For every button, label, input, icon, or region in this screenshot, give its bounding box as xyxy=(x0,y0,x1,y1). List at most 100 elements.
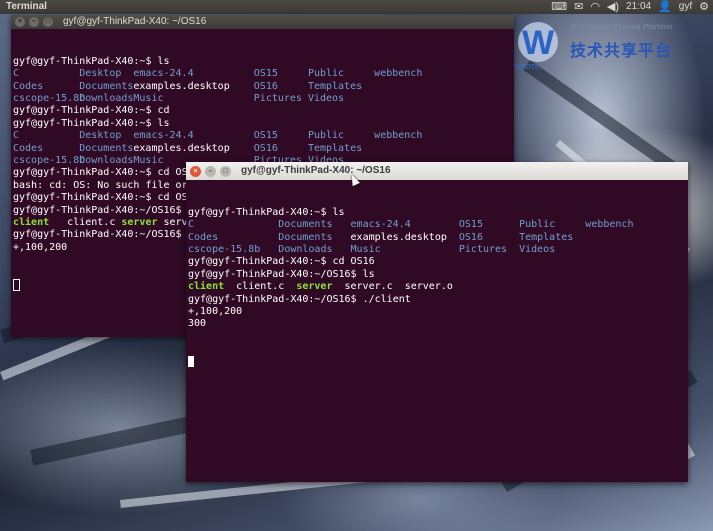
directory-entry: OS15 xyxy=(458,219,483,231)
svg-text:W: W xyxy=(522,24,555,62)
terminal-text: gyf@gyf-ThinkPad-X40:~/OS16$ ls xyxy=(13,204,200,216)
directory-entry: Templates xyxy=(307,80,363,92)
directory-entry: Codes xyxy=(13,142,44,154)
terminal-line: gyf@gyf-ThinkPad-X40:~/OS16$ ls xyxy=(188,269,688,281)
front-terminal-lines: gyf@gyf-ThinkPad-X40:~$ ls C Documents emac… xyxy=(188,207,688,331)
close-button[interactable]: × xyxy=(15,17,25,27)
directory-entry: Public xyxy=(307,130,345,142)
directory-entry: Documents xyxy=(79,80,134,92)
back-window-titlebar[interactable]: × – □ gyf@gyf-ThinkPad-X40: ~/OS16 xyxy=(11,15,514,29)
terminal-text: +,100,200 xyxy=(188,305,243,317)
directory-entry: Pictures xyxy=(458,243,508,255)
user-name[interactable]: gyf xyxy=(679,0,692,14)
back-window-title: gyf@gyf-ThinkPad-X40: ~/OS16 xyxy=(63,16,207,27)
text-cursor xyxy=(188,355,194,367)
terminal-text: gyf@gyf-ThinkPad-X40:~$ ls xyxy=(188,206,345,218)
gear-icon[interactable]: ⚙ xyxy=(699,0,709,14)
executable-entry: client xyxy=(13,216,50,228)
terminal-text: server.o xyxy=(404,281,453,293)
watermark-english: Technology Sharing Platform xyxy=(570,24,674,31)
directory-entry: Downloads xyxy=(79,154,134,166)
user-icon: 👤 xyxy=(658,1,672,13)
minimize-button[interactable]: – xyxy=(29,17,39,27)
volume-icon[interactable]: ◀) xyxy=(607,0,619,14)
terminal-line: client client.c server server.c server.o xyxy=(188,281,688,293)
directory-entry: OS16 xyxy=(458,231,483,243)
terminal-text: examples.desktop xyxy=(350,231,447,243)
directory-entry: OS15 xyxy=(253,68,278,80)
terminal-text: client.c xyxy=(236,281,285,293)
directory-entry: Desktop xyxy=(79,68,122,80)
terminal-line: C Documents emacs-24.4 OS15 Public webbench xyxy=(188,219,688,231)
directory-entry: C xyxy=(188,219,195,231)
terminal-line: 300 xyxy=(188,318,688,330)
terminal-line: gyf@gyf-ThinkPad-X40:~/OS16$ ./client xyxy=(188,294,688,306)
watermark: W Technology Sharing Platform 技术共享平台 WEO… xyxy=(512,20,712,71)
watermark-sub: WEOTE xyxy=(514,64,540,71)
terminal-text: examples.desktop xyxy=(133,80,230,92)
terminal-text: gyf@gyf-ThinkPad-X40:~$ cd OS xyxy=(13,167,188,179)
directory-entry: OS15 xyxy=(253,130,278,142)
directory-entry: emacs-24.4 xyxy=(133,130,194,142)
terminal-text: gyf@gyf-ThinkPad-X40:~$ cd OS16 xyxy=(13,192,200,204)
directory-entry: Templates xyxy=(307,142,363,154)
terminal-line: C Desktop emacs-24.4 OS15 Public webbench xyxy=(13,68,514,80)
directory-entry: Pictures xyxy=(253,92,302,104)
maximize-button[interactable]: □ xyxy=(43,17,53,27)
text-cursor xyxy=(13,278,20,291)
clock[interactable]: 21:04 xyxy=(626,0,651,14)
directory-entry: Codes xyxy=(188,231,219,243)
front-window-title: gyf@gyf-ThinkPad-X40: ~/OS16 xyxy=(241,165,391,176)
terminal-text: gyf@gyf-ThinkPad-X40:~/OS16$ ls xyxy=(188,268,375,280)
directory-entry: Public xyxy=(519,219,556,231)
terminal-text: +,100,200 xyxy=(13,241,68,253)
terminal-text: gyf@gyf-ThinkPad-X40:~/OS16$ ./client xyxy=(188,293,411,305)
terminal-text: server.c xyxy=(344,281,393,293)
directory-entry: Music xyxy=(350,243,381,255)
wifi-icon[interactable]: ◠ xyxy=(590,0,600,14)
top-panel: Terminal ⌨ ✉ ◠ ◀) 21:04 👤 gyf ⚙ xyxy=(0,0,713,14)
directory-entry: Documents xyxy=(278,219,333,231)
terminal-text: gyf@gyf-ThinkPad-X40:~$ ls xyxy=(13,117,170,129)
directory-entry: Documents xyxy=(79,142,134,154)
watermark-logo: W xyxy=(518,22,558,62)
front-cursor-line xyxy=(188,355,688,368)
directory-entry: cscope-15.8b xyxy=(188,243,261,255)
terminal-line: gyf@gyf-ThinkPad-X40:~$ cd xyxy=(13,105,514,117)
mail-icon[interactable]: ✉ xyxy=(574,0,583,14)
directory-entry: Documents xyxy=(278,231,333,243)
front-terminal-output[interactable]: gyf@gyf-ThinkPad-X40:~$ ls C Documents emac… xyxy=(186,180,688,482)
directory-entry: Desktop xyxy=(79,130,122,142)
directory-entry: OS16 xyxy=(253,142,278,154)
directory-entry: webbench xyxy=(585,219,634,231)
directory-entry: cscope-15.8b xyxy=(13,92,86,104)
directory-entry: Music xyxy=(133,92,164,104)
system-tray: ⌨ ✉ ◠ ◀) 21:04 👤 gyf ⚙ xyxy=(551,0,709,14)
terminal-text: gyf@gyf-ThinkPad-X40:~$ ls xyxy=(13,55,170,67)
directory-entry: C xyxy=(13,130,20,142)
terminal-line: gyf@gyf-ThinkPad-X40:~$ ls xyxy=(13,118,514,130)
close-button[interactable]: × xyxy=(190,165,201,177)
directory-entry: C xyxy=(13,68,20,80)
directory-entry: Public xyxy=(307,68,345,80)
directory-entry: Codes xyxy=(13,80,44,92)
directory-entry: cscope-15.8b xyxy=(13,154,86,166)
directory-entry: emacs-24.4 xyxy=(133,68,194,80)
terminal-line: cscope-15.8bDownloadsMusic Pictures Videos xyxy=(13,93,514,105)
terminal-line: C Desktop emacs-24.4 OS15 Public webbench xyxy=(13,130,514,142)
front-window-titlebar[interactable]: × – □ gyf@gyf-ThinkPad-X40: ~/OS16 xyxy=(186,162,688,180)
minimize-button[interactable]: – xyxy=(205,165,216,177)
maximize-button[interactable]: □ xyxy=(220,165,231,177)
directory-entry: Downloads xyxy=(278,243,333,255)
terminal-line: Codes Documents examples.desktop OS16 Templa… xyxy=(188,232,688,244)
terminal-line: Codes Documentsexamples.desktop OS16 Templa… xyxy=(13,143,514,155)
terminal-line: gyf@gyf-ThinkPad-X40:~$ ls xyxy=(13,56,514,68)
front-terminal-window[interactable]: × – □ gyf@gyf-ThinkPad-X40: ~/OS16 gyf@g… xyxy=(186,162,688,482)
directory-entry: Templates xyxy=(519,231,574,243)
terminal-line: gyf@gyf-ThinkPad-X40:~$ cd OS16 xyxy=(188,256,688,268)
terminal-text: client.c xyxy=(67,216,116,228)
keyboard-icon[interactable]: ⌨ xyxy=(551,0,567,14)
directory-entry: OS16 xyxy=(253,80,278,92)
terminal-text: examples.desktop xyxy=(133,142,230,154)
terminal-line: Codes Documentsexamples.desktop OS16 Templa… xyxy=(13,81,514,93)
